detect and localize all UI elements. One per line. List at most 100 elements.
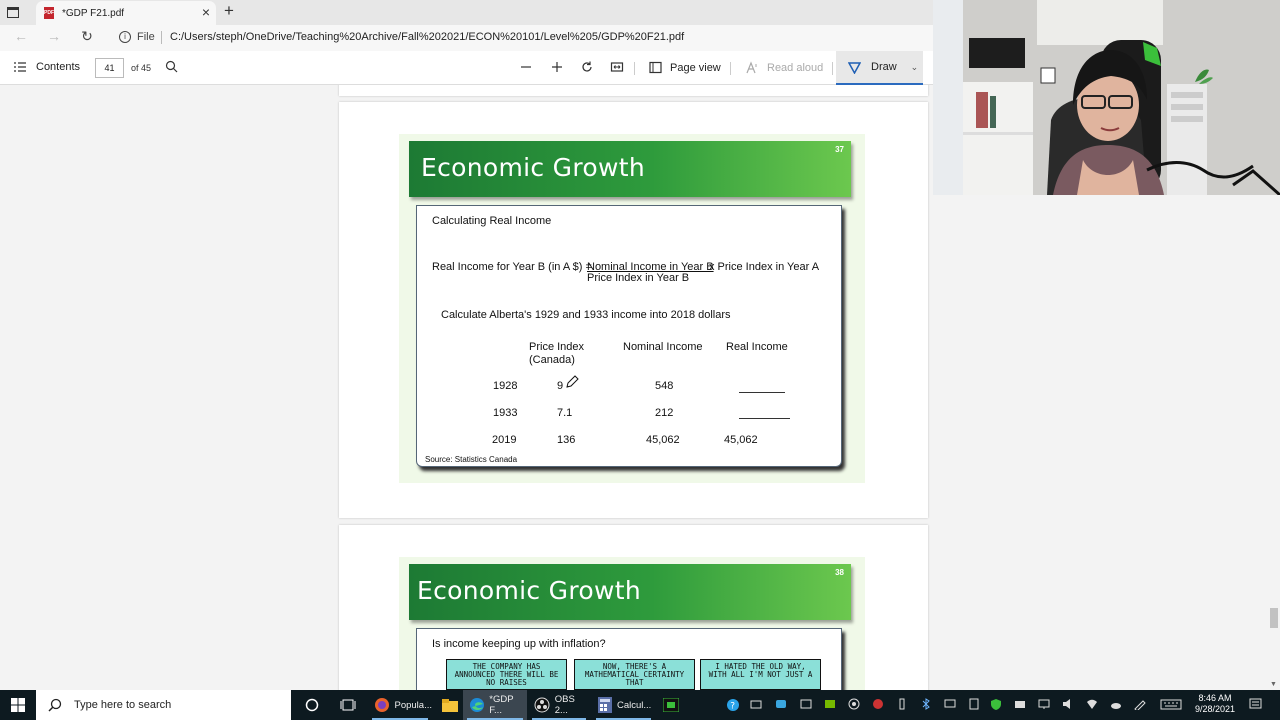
- help-icon[interactable]: ?: [726, 698, 740, 712]
- page-count: of 45: [131, 63, 152, 73]
- formula-denominator: Price Index in Year B: [587, 272, 690, 284]
- info-icon[interactable]: i: [119, 31, 131, 43]
- taskbar-search-box[interactable]: Type here to search: [36, 690, 291, 720]
- firefox-icon: [375, 698, 389, 712]
- close-tab-icon[interactable]: ×: [202, 4, 210, 20]
- terminal-app-icon[interactable]: [659, 690, 683, 720]
- table-cell-year: 2019: [492, 434, 517, 446]
- window-icon[interactable]: [800, 698, 812, 710]
- wifi-icon[interactable]: [1086, 698, 1098, 710]
- table-cell-price-index: 9: [557, 380, 564, 392]
- divider: [634, 62, 635, 75]
- system-clock[interactable]: 8:46 AM 9/28/2021: [1186, 693, 1244, 715]
- slide-heading: Calculating Real Income: [432, 215, 552, 227]
- blank-answer-line: [739, 392, 785, 393]
- task-view-icon[interactable]: [336, 690, 360, 720]
- file-explorer-icon[interactable]: [438, 690, 462, 720]
- slide-content-box: Is income keeping up with inflation? THE…: [416, 628, 842, 690]
- taskbar-app-obs[interactable]: OBS 2...: [528, 690, 590, 720]
- chat-icon[interactable]: [775, 698, 787, 710]
- address-bar: ← → ↻ i File C:/Users/steph/OneDrive/Tea…: [0, 25, 933, 51]
- divider: [832, 62, 833, 75]
- menu-list-icon: [14, 62, 26, 72]
- search-placeholder: Type here to search: [74, 699, 172, 711]
- blank-answer-line: [739, 418, 790, 419]
- taskbar-app-label: Popula...: [394, 699, 433, 711]
- chevron-down-icon[interactable]: ⌄: [911, 62, 919, 73]
- usb-icon[interactable]: [896, 698, 908, 710]
- taskbar-app-firefox[interactable]: Popula...: [368, 690, 432, 720]
- table-cell-price-index: 136: [557, 434, 576, 446]
- taskbar-app-edge[interactable]: *GDP F...: [463, 690, 527, 720]
- forward-icon[interactable]: →: [44, 28, 64, 44]
- source-note: Source: Statistics Canada: [425, 455, 518, 464]
- browser-tab[interactable]: PDF *GDP F21.pdf ×: [36, 1, 216, 25]
- table-cell-nominal: 548: [655, 380, 674, 392]
- slide-title: Economic Growth: [421, 153, 645, 182]
- tab-bar: PDF *GDP F21.pdf × +: [0, 0, 933, 25]
- notification-icon[interactable]: [1249, 698, 1262, 711]
- file-label: File: [137, 31, 155, 43]
- fit-to-page-icon[interactable]: [610, 60, 624, 74]
- zoom-out-icon[interactable]: [519, 60, 533, 74]
- slide-title: Economic Growth: [417, 576, 641, 605]
- cortana-icon[interactable]: [300, 690, 324, 720]
- column-header-price-index: Price Index: [529, 341, 585, 353]
- page-number-input[interactable]: 41: [95, 58, 124, 78]
- read-aloud-button[interactable]: Read aloud: [746, 61, 823, 74]
- record-icon[interactable]: [872, 698, 884, 710]
- tab-actions-button[interactable]: [7, 5, 29, 20]
- tablet-icon[interactable]: [968, 698, 980, 710]
- contents-button[interactable]: Contents: [14, 61, 80, 73]
- refresh-icon[interactable]: ↻: [77, 28, 97, 45]
- search-icon[interactable]: [165, 60, 178, 73]
- comic-panel: I HATED THE OLD WAY, WITH ALL I'M NOT JU…: [700, 659, 821, 690]
- webcam-video: [933, 0, 1280, 195]
- pdf-icon: PDF: [44, 7, 54, 19]
- pen-icon: [848, 61, 861, 74]
- security-icon[interactable]: [990, 698, 1002, 710]
- scrollbar-thumb[interactable]: [1270, 608, 1278, 628]
- camera-app-icon[interactable]: [1014, 698, 1026, 710]
- volume-icon[interactable]: [1062, 698, 1074, 710]
- taskbar-app-label: Calcul...: [617, 699, 652, 711]
- taskbar-app-calculator[interactable]: Calcul...: [592, 690, 655, 720]
- svg-text:?: ?: [730, 702, 735, 712]
- draw-button[interactable]: Draw ⌄: [836, 51, 923, 85]
- scroll-down-arrow-icon[interactable]: ▼: [1270, 681, 1277, 688]
- table-cell-year: 1928: [493, 380, 518, 392]
- network-icon[interactable]: [1038, 698, 1050, 710]
- formula-times: x Price Index in Year A: [709, 261, 820, 273]
- url-field[interactable]: C:/Users/steph/OneDrive/Teaching%20Archi…: [170, 31, 684, 43]
- gpu-icon[interactable]: [824, 698, 836, 710]
- clock-date: 9/28/2021: [1194, 704, 1236, 714]
- tab-title: *GDP F21.pdf: [62, 7, 125, 19]
- pdf-page: Economic Growth 37 Calculating Real Inco…: [339, 102, 928, 518]
- new-tab-icon[interactable]: +: [220, 1, 238, 21]
- zoom-in-icon[interactable]: [550, 60, 564, 74]
- divider: [161, 31, 162, 44]
- webcam-image: [933, 0, 1280, 195]
- settings-icon[interactable]: [848, 698, 860, 710]
- rotate-icon[interactable]: [580, 60, 594, 74]
- instruction: Calculate Alberta's 1929 and 1933 income…: [441, 309, 731, 321]
- start-button[interactable]: [0, 690, 36, 720]
- page-view-button[interactable]: Page view: [649, 61, 721, 74]
- onedrive-icon[interactable]: [1110, 698, 1122, 710]
- contents-label: Contents: [36, 61, 81, 73]
- slide-question: Is income keeping up with inflation?: [432, 638, 606, 650]
- table-cell-nominal: 45,062: [646, 434, 680, 446]
- back-icon[interactable]: ←: [11, 28, 31, 44]
- pen-tray-icon[interactable]: [1134, 698, 1146, 710]
- screen-icon[interactable]: [944, 698, 956, 710]
- camera-icon[interactable]: [750, 698, 762, 710]
- taskbar-app-label: *GDP F...: [489, 694, 514, 716]
- tab-actions-icon: [7, 7, 19, 18]
- keyboard-icon[interactable]: [1160, 698, 1182, 710]
- taskbar-app-label: OBS 2...: [554, 694, 575, 716]
- page-view-label: Page view: [670, 61, 721, 74]
- slide-content-box: Calculating Real Income Real Income for …: [416, 205, 842, 467]
- bluetooth-icon[interactable]: [920, 698, 932, 710]
- obs-icon: [534, 697, 550, 713]
- read-aloud-label: Read aloud: [767, 61, 824, 74]
